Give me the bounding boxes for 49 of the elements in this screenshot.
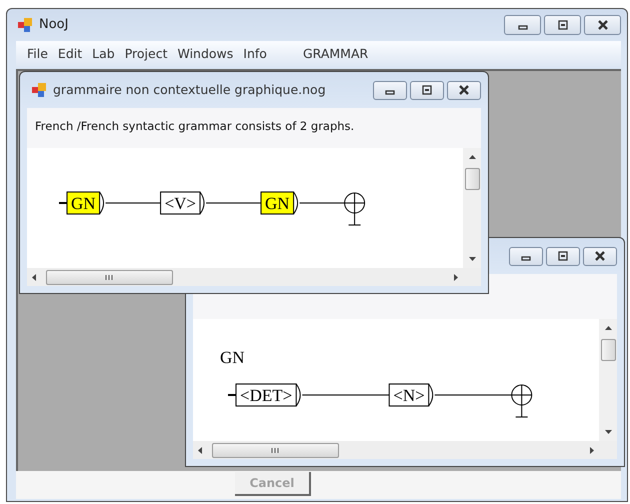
menu-item[interactable]: Project	[120, 42, 172, 66]
connector-line	[299, 202, 346, 204]
end-node-icon	[344, 192, 366, 226]
scroll-thumb[interactable]	[212, 442, 339, 458]
description-text: French /French syntactic grammar consists of 2 graphs.	[35, 119, 354, 133]
menu-item[interactable]: Windows	[172, 42, 238, 66]
menu-item[interactable]: GRAMMAR	[298, 42, 374, 66]
minimize-button[interactable]	[373, 80, 407, 100]
scroll-right-icon[interactable]	[588, 446, 595, 454]
maximize-icon	[420, 84, 434, 96]
menu-item[interactable]: Edit	[52, 42, 88, 66]
vertical-scrollbar[interactable]	[599, 319, 617, 441]
menu-item[interactable]: Info	[238, 42, 272, 66]
graph-name: GN	[220, 348, 245, 367]
document-title: grammaire non contextuelle graphique.nog	[53, 80, 326, 99]
scroll-down-icon[interactable]	[604, 429, 612, 436]
maximize-icon	[556, 250, 570, 262]
vertical-scrollbar[interactable]	[463, 148, 481, 268]
window-title: NooJ	[39, 16, 68, 34]
close-button[interactable]	[447, 80, 481, 100]
start-line	[228, 394, 236, 396]
connector-line	[206, 202, 262, 204]
connector-line	[105, 202, 162, 204]
end-node-icon	[511, 384, 532, 418]
menu-item[interactable]: Lab	[87, 42, 120, 66]
scroll-thumb[interactable]	[464, 168, 480, 190]
scroll-left-icon[interactable]	[197, 446, 204, 454]
close-icon	[596, 19, 610, 31]
scroll-down-icon[interactable]	[468, 256, 476, 263]
close-button[interactable]	[584, 15, 621, 35]
maximize-button[interactable]	[410, 80, 444, 100]
scroll-up-icon[interactable]	[604, 324, 612, 331]
minimize-button[interactable]	[509, 246, 543, 266]
menu-item[interactable]: File	[22, 42, 53, 66]
maximize-button[interactable]	[544, 15, 581, 35]
scroll-left-icon[interactable]	[31, 274, 38, 280]
scroll-right-icon[interactable]	[452, 274, 459, 280]
start-line	[59, 202, 67, 204]
scroll-up-icon[interactable]	[468, 153, 476, 160]
maximize-icon	[556, 19, 570, 31]
scroll-thumb[interactable]	[46, 270, 173, 284]
app-icon	[17, 17, 33, 33]
close-icon	[457, 84, 471, 96]
scroll-thumb[interactable]	[600, 339, 616, 361]
maximize-button[interactable]	[546, 246, 580, 266]
close-icon	[593, 250, 607, 262]
close-button[interactable]	[583, 246, 617, 266]
app-icon	[31, 82, 47, 98]
minimize-button[interactable]	[504, 15, 541, 35]
